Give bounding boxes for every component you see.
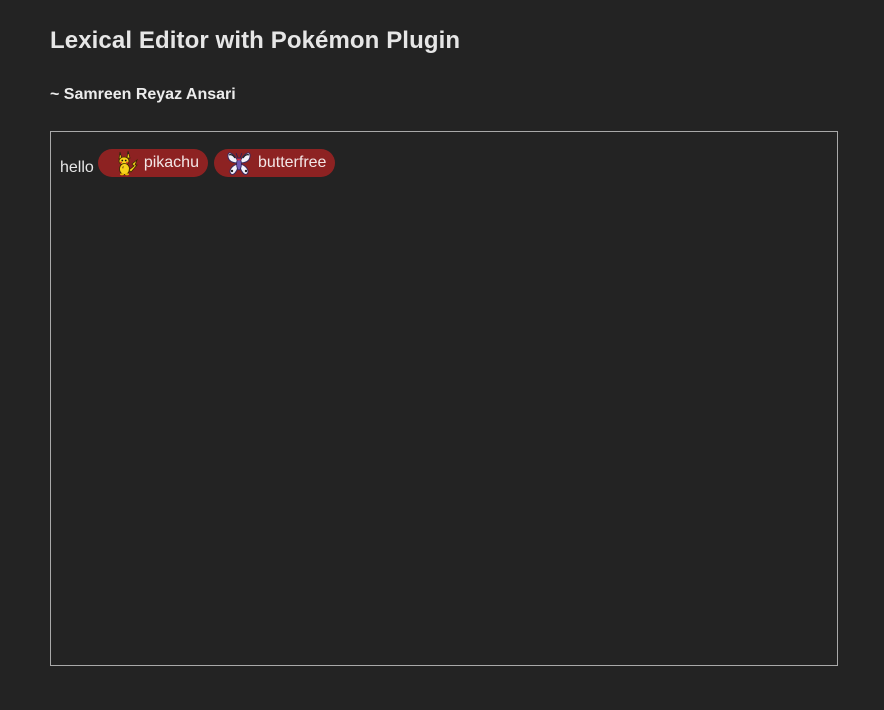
page-title: Lexical Editor with Pokémon Plugin: [50, 27, 461, 54]
butterfree-icon: [226, 149, 252, 177]
rich-text-editor[interactable]: hello pikachu butterfree: [50, 131, 838, 666]
author-byline: ~ Samreen Reyaz Ansari: [50, 86, 236, 103]
editor-paragraph: hello pikachu butterfree: [60, 149, 341, 177]
pokemon-mention-butterfree[interactable]: butterfree: [213, 149, 336, 177]
mention-label: pikachu: [143, 154, 199, 171]
mention-label: butterfree: [257, 154, 327, 171]
pikachu-icon: [114, 150, 138, 176]
editor-text: hello: [60, 159, 94, 176]
pokemon-mention-pikachu[interactable]: pikachu: [97, 149, 208, 177]
